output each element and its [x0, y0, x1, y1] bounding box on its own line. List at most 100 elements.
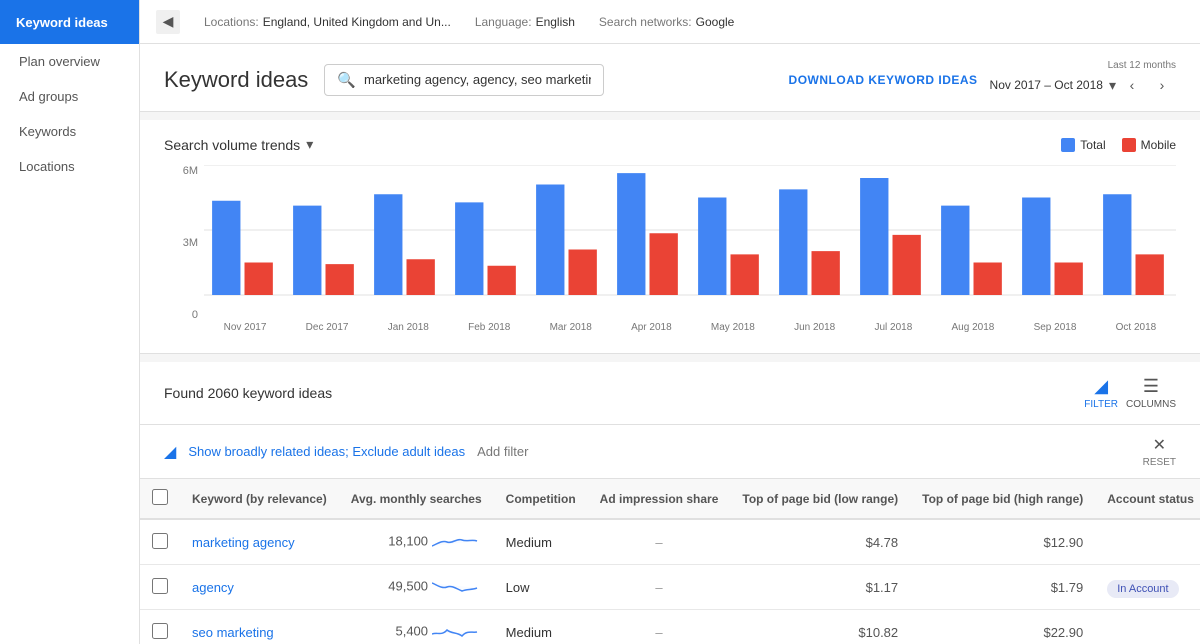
chart-section: Search volume trends ▾ Total Mobile [140, 120, 1200, 354]
date-nav: Nov 2017 – Oct 2018 ▾ ‹ › [990, 71, 1176, 99]
top-bid-high-cell: $22.90 [910, 610, 1095, 644]
table-row: marketing agency 18,100 Medium – $4.78 $… [140, 519, 1200, 565]
prev-date-button[interactable]: ‹ [1118, 71, 1146, 99]
sidebar: Keyword ideas Plan overview Ad groups Ke… [0, 0, 140, 644]
chart-container: 6M 3M 0 Nov 2017 Dec 2017 Jan 2018 Feb 2… [164, 165, 1176, 345]
account-status-cell [1095, 519, 1200, 565]
top-bid-low-cell: $10.82 [730, 610, 910, 644]
x-label-nov17: Nov 2017 [224, 322, 267, 333]
keyword-table: Keyword (by relevance) Avg. monthly sear… [140, 479, 1200, 644]
sidebar-item-plan-overview[interactable]: Plan overview [0, 44, 139, 79]
legend-total-dot [1061, 138, 1075, 152]
chart-title-text: Search volume trends [164, 137, 300, 153]
locations-value: England, United Kingdom and Un... [263, 15, 451, 29]
sidebar-item-locations[interactable]: Locations [0, 149, 139, 184]
sidebar-logo-text: Keyword ideas [16, 15, 108, 30]
keyword-cell: agency [180, 565, 339, 610]
ad-impression-cell: – [588, 610, 731, 644]
sidebar-item-label: Ad groups [19, 89, 78, 104]
th-top-bid-high: Top of page bid (high range) [910, 479, 1095, 519]
collapse-button[interactable]: ◀ [156, 10, 180, 34]
next-date-button[interactable]: › [1148, 71, 1176, 99]
date-range-value: Nov 2017 – Oct 2018 [990, 78, 1103, 92]
filter-bar: ◢ Show broadly related ideas; Exclude ad… [140, 425, 1200, 479]
row-checkbox[interactable] [152, 578, 168, 594]
reset-button[interactable]: ✕ RESET [1143, 435, 1176, 468]
top-bid-low-cell: $1.17 [730, 565, 910, 610]
reset-x-icon: ✕ [1153, 435, 1166, 455]
table-row: seo marketing 5,400 Medium – $10.82 $22.… [140, 610, 1200, 644]
ad-impression-cell: – [588, 565, 731, 610]
date-dropdown-icon[interactable]: ▾ [1109, 77, 1116, 94]
collapse-icon: ◀ [163, 13, 174, 30]
x-label-dec17: Dec 2017 [306, 322, 349, 333]
columns-label: COLUMNS [1126, 399, 1176, 410]
search-networks-value: Google [696, 15, 735, 29]
keyword-text[interactable]: marketing agency [192, 535, 295, 550]
avg-searches-cell: 18,100 [339, 519, 494, 565]
reset-label: RESET [1143, 457, 1176, 468]
y-label-0: 0 [192, 309, 198, 321]
row-checkbox-cell[interactable] [140, 610, 180, 644]
filter-button[interactable]: ◢ FILTER [1084, 376, 1118, 410]
avg-searches-value: 49,500 [388, 578, 428, 593]
search-networks-label: Search networks: [599, 15, 692, 29]
th-select-all[interactable] [140, 479, 180, 519]
filter-bar-text[interactable]: Show broadly related ideas; Exclude adul… [188, 444, 465, 459]
keyword-text[interactable]: agency [192, 580, 234, 595]
top-bid-low-cell: $4.78 [730, 519, 910, 565]
date-range-label: Last 12 months [1108, 60, 1176, 71]
locations-label: Locations: [204, 15, 259, 29]
account-status-cell [1095, 610, 1200, 644]
chart-legend: Total Mobile [1061, 138, 1176, 152]
table-body: marketing agency 18,100 Medium – $4.78 $… [140, 519, 1200, 644]
sparkline [432, 575, 482, 599]
x-label-jan18: Jan 2018 [388, 322, 429, 333]
row-checkbox-cell[interactable] [140, 565, 180, 610]
y-label-3m: 3M [183, 237, 198, 249]
legend-mobile-label: Mobile [1141, 138, 1176, 152]
bar-chart-svg [204, 165, 1176, 320]
table-row: agency 49,500 Low – $1.17 $1.79 In Accou… [140, 565, 1200, 610]
keyword-search-box[interactable]: 🔍 [324, 64, 604, 96]
sidebar-item-ad-groups[interactable]: Ad groups [0, 79, 139, 114]
th-ad-impression-label: Ad impression share [600, 492, 719, 506]
page-title: Keyword ideas [164, 67, 308, 93]
row-checkbox[interactable] [152, 533, 168, 549]
th-top-bid-low-label: Top of page bid (low range) [742, 492, 898, 506]
y-label-6m: 6M [183, 165, 198, 177]
ad-impression-cell: – [588, 519, 731, 565]
chart-title[interactable]: Search volume trends ▾ [164, 136, 313, 153]
columns-button[interactable]: ☰ COLUMNS [1126, 376, 1176, 410]
th-keyword: Keyword (by relevance) [180, 479, 339, 519]
filter-funnel-icon: ◢ [1094, 376, 1108, 397]
add-filter-button[interactable]: Add filter [477, 444, 528, 459]
row-checkbox-cell[interactable] [140, 519, 180, 565]
download-button[interactable]: DOWNLOAD KEYWORD IDEAS [789, 73, 978, 87]
chart-header: Search volume trends ▾ Total Mobile [164, 136, 1176, 153]
avg-searches-cell: 49,500 [339, 565, 494, 610]
th-top-bid-low: Top of page bid (low range) [730, 479, 910, 519]
x-label-aug18: Aug 2018 [952, 322, 995, 333]
keyword-search-input[interactable] [364, 72, 591, 87]
language-label: Language: [475, 15, 532, 29]
language-value: English [536, 15, 575, 29]
th-keyword-label: Keyword (by relevance) [192, 492, 327, 506]
table-header-row: Keyword (by relevance) Avg. monthly sear… [140, 479, 1200, 519]
select-all-checkbox[interactable] [152, 489, 168, 505]
sparkline [432, 530, 482, 554]
avg-searches-cell: 5,400 [339, 610, 494, 644]
found-count-text: Found 2060 keyword ideas [164, 385, 332, 401]
keyword-text[interactable]: seo marketing [192, 625, 274, 640]
row-checkbox[interactable] [152, 623, 168, 639]
x-label-jun18: Jun 2018 [794, 322, 835, 333]
x-label-feb18: Feb 2018 [468, 322, 510, 333]
th-account-status: Account status [1095, 479, 1200, 519]
sidebar-logo: Keyword ideas [0, 0, 139, 44]
sidebar-item-keywords[interactable]: Keywords [0, 114, 139, 149]
th-top-bid-high-label: Top of page bid (high range) [922, 492, 1083, 506]
top-bid-high-cell: $1.79 [910, 565, 1095, 610]
legend-total-label: Total [1080, 138, 1105, 152]
th-competition-label: Competition [506, 492, 576, 506]
chart-inner: Nov 2017 Dec 2017 Jan 2018 Feb 2018 Mar … [204, 165, 1176, 345]
